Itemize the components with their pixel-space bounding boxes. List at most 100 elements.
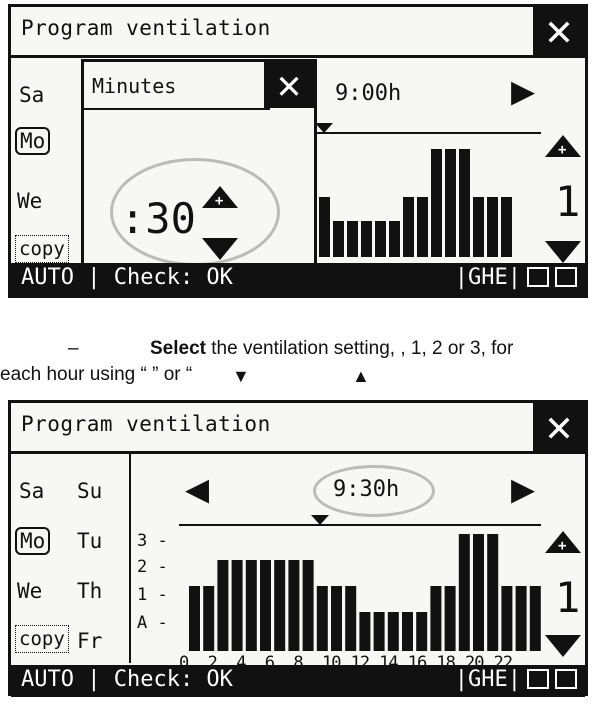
hour-bar — [403, 197, 414, 257]
close-button[interactable]: ✕ — [533, 403, 585, 451]
minutes-up-icon[interactable]: + — [202, 186, 238, 208]
hour-bar — [473, 197, 484, 257]
hour-bar — [430, 586, 442, 651]
hour-bar — [347, 221, 358, 257]
level-down-icon[interactable] — [545, 635, 581, 657]
day-sa[interactable]: Sa — [19, 479, 44, 503]
scale-2: 2 - — [137, 557, 168, 577]
hour-bar — [331, 586, 342, 651]
hour-bar — [260, 560, 271, 651]
scale-3: 3 - — [137, 531, 168, 551]
level-value: 1 — [555, 177, 581, 226]
hour-bar — [487, 534, 499, 651]
hour-bar — [444, 586, 456, 651]
hour-bar — [402, 612, 413, 651]
hour-bar — [515, 586, 527, 651]
hour-bar — [361, 221, 372, 257]
hour-bar — [319, 197, 330, 257]
hour-bar — [203, 586, 215, 651]
screen-title: Program ventilation — [21, 16, 271, 40]
hour-bar — [288, 560, 300, 651]
ventilation-screen-minutes: Program ventilation ✕ Sa Mo We copy ▶ 9:… — [8, 4, 588, 298]
popup-title: Minutes — [92, 74, 177, 98]
copy-button[interactable]: copy — [15, 235, 69, 263]
hour-bar — [333, 221, 344, 257]
title-bar: Program ventilation ✕ — [11, 7, 585, 58]
level-value: 1 — [555, 573, 581, 622]
home-icon[interactable] — [555, 267, 577, 287]
status-text: AUTO | Check: OK — [21, 667, 233, 692]
time-value: 9:30h — [333, 477, 400, 502]
hour-bar — [373, 612, 385, 651]
hour-bar — [189, 586, 200, 651]
time-cursor-icon — [311, 515, 329, 525]
caption-rest: the ventilation setting, , 1, 2 or 3, fo… — [205, 338, 514, 359]
status-bar: AUTO | Check: OK |GHE| — [11, 263, 585, 295]
scale-a: A - — [137, 613, 168, 633]
day-tu[interactable]: Tu — [77, 529, 102, 553]
next-time-arrow-icon[interactable]: ▶ — [511, 469, 535, 509]
home-icon[interactable] — [555, 669, 577, 689]
up-arrow-icon: ▲ — [352, 366, 370, 386]
hour-bar — [473, 534, 484, 651]
hour-bar — [274, 560, 286, 651]
day-sa[interactable]: Sa — [19, 83, 44, 107]
caption-select: Select — [150, 338, 206, 359]
hour-bar — [445, 149, 456, 257]
time-cursor-icon — [315, 123, 333, 133]
hour-bar — [501, 197, 512, 257]
minutes-down-icon[interactable] — [202, 238, 238, 260]
day-mo-selected[interactable]: Mo — [15, 527, 51, 555]
hour-bar — [231, 560, 243, 651]
day-we[interactable]: We — [17, 579, 42, 603]
day-we[interactable]: We — [17, 189, 42, 213]
day-su[interactable]: Su — [77, 479, 102, 503]
hour-bar — [417, 197, 428, 257]
next-time-arrow-icon[interactable]: ▶ — [511, 71, 535, 111]
program-bars — [179, 515, 541, 651]
hour-bar — [416, 612, 428, 651]
hour-bar — [458, 534, 470, 651]
hour-bar — [245, 560, 257, 651]
day-divider — [129, 451, 131, 663]
level-up-icon[interactable]: + — [545, 531, 581, 553]
ventilation-screen-hours: Program ventilation ✕ Sa Mo We copy Su T… — [8, 400, 588, 697]
down-arrow-icon: ▼ — [232, 366, 250, 386]
hour-bar — [316, 586, 328, 651]
hour-bar — [387, 612, 399, 651]
hour-bar — [302, 560, 314, 651]
minutes-popup: Minutes ✕ :30 + — [81, 59, 317, 283]
screen-title: Program ventilation — [21, 412, 271, 436]
hour-bar — [345, 586, 357, 651]
settings-sliders-icon[interactable] — [527, 267, 549, 287]
popup-close-button[interactable]: ✕ — [264, 62, 314, 108]
title-bar: Program ventilation ✕ — [11, 403, 585, 454]
hour-bar — [389, 221, 400, 257]
level-up-icon[interactable]: + — [545, 135, 581, 157]
time-value: 9:00h — [335, 81, 402, 106]
status-ghe: |GHE| — [454, 265, 521, 290]
copy-button[interactable]: copy — [15, 625, 69, 653]
day-mo-selected[interactable]: Mo — [15, 127, 51, 155]
prev-time-arrow-icon[interactable]: ◀ — [185, 469, 209, 509]
close-button[interactable]: ✕ — [533, 7, 585, 55]
popup-divider — [84, 108, 270, 110]
status-ghe: |GHE| — [454, 667, 521, 692]
hour-bar — [487, 197, 498, 257]
program-bars — [311, 123, 541, 257]
hour-bar — [375, 221, 386, 257]
caption-line2-text: each hour using “ ” or “ — [0, 364, 193, 385]
hour-bar — [459, 149, 470, 257]
status-text: AUTO | Check: OK — [21, 265, 233, 290]
scale-1: 1 - — [137, 585, 168, 605]
settings-sliders-icon[interactable] — [527, 669, 549, 689]
caption-dash: – — [68, 338, 79, 359]
hour-bar — [431, 149, 442, 257]
day-th[interactable]: Th — [77, 579, 102, 603]
day-fr[interactable]: Fr — [77, 629, 102, 653]
level-down-icon[interactable] — [545, 241, 581, 263]
hour-bar — [501, 586, 513, 651]
hour-bar — [359, 612, 371, 651]
hour-bar — [529, 586, 541, 651]
minutes-value: :30 — [120, 194, 196, 243]
